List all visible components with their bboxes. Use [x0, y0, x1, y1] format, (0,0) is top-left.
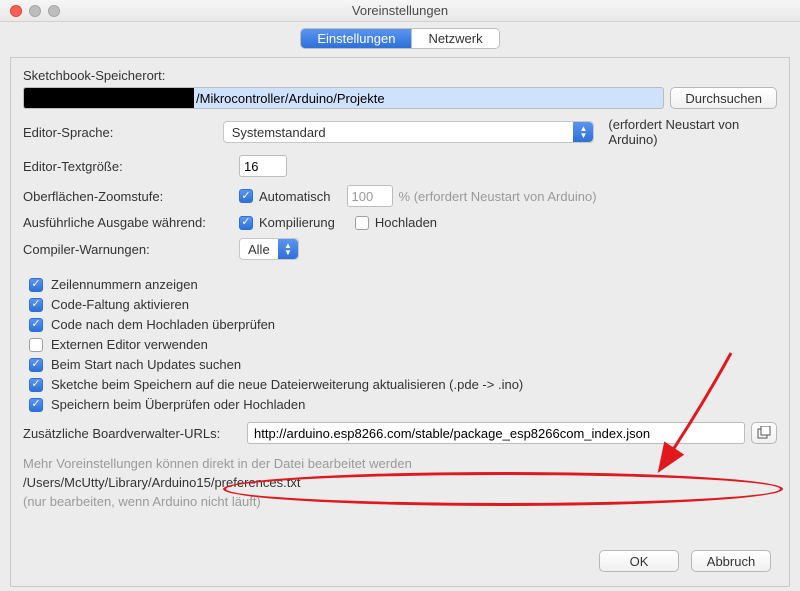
cb-save-verify-label: Speichern beim Überprüfen oder Hochladen [51, 397, 305, 412]
cb-update-ext[interactable] [29, 378, 43, 392]
cb-folding[interactable] [29, 298, 43, 312]
cb-folding-label: Code-Faltung aktivieren [51, 297, 189, 312]
cb-external-editor-label: Externen Editor verwenden [51, 337, 208, 352]
cb-check-updates[interactable] [29, 358, 43, 372]
sketchbook-path-visible: /Mikrocontroller/Arduino/Projekte [194, 91, 385, 106]
restart-hint-1: (erfordert Neustart von Arduino) [608, 117, 777, 147]
redacted-path [24, 88, 194, 108]
cb-linenumbers-label: Zeilennummern anzeigen [51, 277, 198, 292]
chevron-updown-icon: ▲▼ [278, 239, 298, 259]
preferences-panel: Sketchbook-Speicherort: /Mikrocontroller… [10, 57, 790, 587]
boards-url-input[interactable] [247, 422, 745, 444]
window-icon [757, 426, 771, 440]
tab-settings[interactable]: Einstellungen [301, 29, 412, 48]
titlebar: Voreinstellungen [0, 0, 800, 22]
cb-update-ext-label: Sketche beim Speichern auf die neue Date… [51, 377, 523, 392]
tabs-segmented: Einstellungen Netzwerk [300, 28, 499, 49]
browse-button[interactable]: Durchsuchen [670, 87, 777, 109]
zoom-label: Oberflächen-Zoomstufe: [23, 189, 233, 204]
prefs-path: /Users/McUtty/Library/Arduino15/preferen… [23, 475, 777, 490]
open-urls-dialog-button[interactable] [751, 422, 777, 444]
sketchbook-path-field[interactable]: /Mikrocontroller/Arduino/Projekte [23, 87, 664, 109]
dialog-buttons: OK Abbruch [599, 550, 771, 572]
verbose-label: Ausführliche Ausgabe während: [23, 215, 233, 230]
cb-linenumbers[interactable] [29, 278, 43, 292]
more-prefs-hint: Mehr Voreinstellungen können direkt in d… [23, 456, 777, 471]
compiler-warnings-select[interactable]: Alle ▲▼ [239, 238, 299, 260]
chevron-updown-icon: ▲▼ [573, 122, 593, 142]
boards-url-label: Zusätzliche Boardverwalter-URLs: [23, 426, 241, 441]
editor-language-value: Systemstandard [232, 125, 326, 140]
editor-textsize-input[interactable] [239, 155, 287, 177]
compiler-warnings-label: Compiler-Warnungen: [23, 242, 233, 257]
edit-only-hint: (nur bearbeiten, wenn Arduino nicht läuf… [23, 494, 777, 509]
tab-network[interactable]: Netzwerk [412, 29, 498, 48]
cb-check-updates-label: Beim Start nach Updates suchen [51, 357, 241, 372]
window-title: Voreinstellungen [0, 3, 800, 18]
cb-verify-upload[interactable] [29, 318, 43, 332]
cb-verify-upload-label: Code nach dem Hochladen überprüfen [51, 317, 275, 332]
verbose-upload-checkbox[interactable] [355, 216, 369, 230]
verbose-compile-checkbox[interactable] [239, 216, 253, 230]
sketchbook-label: Sketchbook-Speicherort: [23, 68, 165, 83]
verbose-compile-label: Kompilierung [259, 215, 335, 230]
zoom-auto-label: Automatisch [259, 189, 331, 204]
zoom-value-input [347, 185, 393, 207]
ok-button[interactable]: OK [599, 550, 679, 572]
cb-save-verify[interactable] [29, 398, 43, 412]
zoom-auto-checkbox[interactable] [239, 189, 253, 203]
tabs-row: Einstellungen Netzwerk [0, 22, 800, 57]
cancel-button[interactable]: Abbruch [691, 550, 771, 572]
verbose-upload-label: Hochladen [375, 215, 437, 230]
editor-language-label: Editor-Sprache: [23, 125, 217, 140]
cb-external-editor[interactable] [29, 338, 43, 352]
zoom-pct-hint: % (erfordert Neustart von Arduino) [399, 189, 597, 204]
editor-textsize-label: Editor-Textgröße: [23, 159, 233, 174]
compiler-warnings-value: Alle [248, 242, 270, 257]
editor-language-select[interactable]: Systemstandard ▲▼ [223, 121, 595, 143]
